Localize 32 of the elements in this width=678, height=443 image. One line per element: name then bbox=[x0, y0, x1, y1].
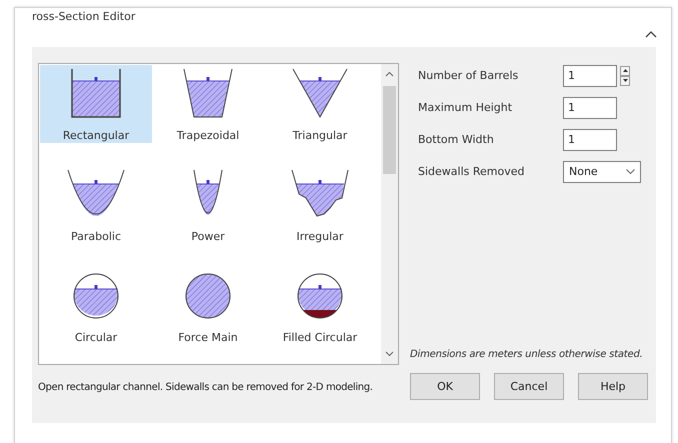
dropdown[interactable]: None bbox=[563, 160, 641, 182]
shape-item[interactable]: Circular bbox=[40, 267, 152, 345]
field-label: Number of Barrels bbox=[417, 69, 520, 82]
shape-item[interactable]: Irregular bbox=[264, 166, 376, 244]
chevron-down-icon bbox=[626, 169, 635, 174]
chevron-up-icon[interactable] bbox=[645, 30, 657, 38]
shape-item[interactable]: Trapezoidal bbox=[152, 65, 264, 143]
shape-item[interactable]: Parabolic bbox=[40, 166, 152, 244]
shape-item[interactable]: Power bbox=[152, 166, 264, 244]
shape-item[interactable]: Force Main bbox=[152, 267, 264, 345]
shape-item[interactable]: Triangular bbox=[264, 65, 376, 143]
shape-item[interactable]: Filled Circular bbox=[264, 267, 376, 345]
field-label: Sidewalls Removed bbox=[417, 165, 526, 178]
shape-item[interactable]: Rectangular bbox=[40, 65, 152, 143]
window-title: ross-Section Editor bbox=[32, 10, 136, 23]
scroll-down-icon[interactable] bbox=[385, 351, 394, 357]
field-label: Bottom Width bbox=[417, 133, 495, 146]
dialog-button[interactable]: Help bbox=[578, 373, 648, 400]
field-label: Maximum Height bbox=[417, 101, 514, 114]
input-field[interactable]: 1 bbox=[563, 128, 617, 150]
down-arrow-icon bbox=[622, 79, 628, 82]
scroll-up-icon[interactable] bbox=[385, 71, 394, 77]
scroll-thumb[interactable] bbox=[383, 86, 396, 174]
input-field[interactable]: 1 bbox=[563, 96, 617, 118]
scrollbar[interactable] bbox=[381, 64, 398, 364]
up-arrow-icon bbox=[622, 69, 628, 72]
spinner-control[interactable] bbox=[620, 66, 630, 86]
units-note: Dimensions are meters unless otherwise stated. bbox=[410, 349, 644, 360]
shape-description: Open rectangular channel. Sidewalls can be removed for 2-D modeling. bbox=[38, 381, 373, 394]
dialog-button[interactable]: Cancel bbox=[494, 373, 564, 400]
dialog-button[interactable]: OK bbox=[410, 373, 480, 400]
barrels-field[interactable]: 1 bbox=[563, 64, 617, 86]
